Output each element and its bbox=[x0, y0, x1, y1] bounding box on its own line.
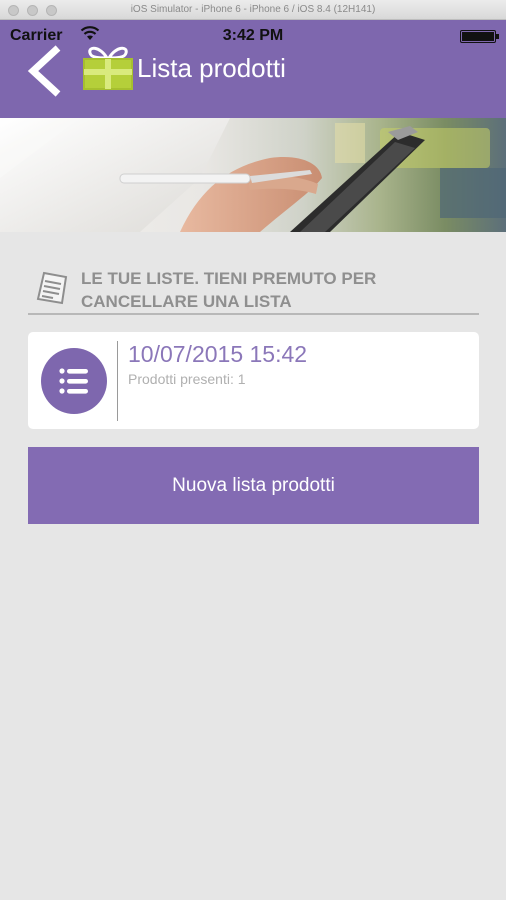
close-window-button[interactable] bbox=[8, 5, 19, 16]
status-time: 3:42 PM bbox=[222, 27, 284, 44]
back-button[interactable] bbox=[22, 44, 70, 98]
gift-icon bbox=[83, 46, 133, 90]
list-document-icon bbox=[36, 271, 68, 305]
page-title: Lista prodotti bbox=[137, 53, 286, 83]
app-header: Carrier 3:42 PM Lista prodotti bbox=[0, 20, 506, 118]
window-controls[interactable] bbox=[8, 5, 57, 16]
list-item[interactable]: 10/07/2015 15:42 Prodotti presenti: 1 bbox=[28, 332, 479, 429]
list-date: 10/07/2015 15:42 bbox=[128, 341, 308, 367]
new-list-button[interactable]: Nuova lista prodotti bbox=[28, 447, 479, 524]
zoom-window-button[interactable] bbox=[46, 5, 57, 16]
minimize-window-button[interactable] bbox=[27, 5, 38, 16]
main-content: LE TUE LISTE. TIENI PREMUTO PER CANCELLA… bbox=[0, 232, 506, 900]
simulator-title-bar: iOS Simulator - iPhone 6 - iPhone 6 / iO… bbox=[0, 0, 506, 20]
chevron-left-icon bbox=[27, 45, 61, 97]
pharmacist-photo bbox=[0, 118, 506, 232]
list-product-count: Prodotti presenti: 1 bbox=[128, 371, 246, 387]
header-banner-image bbox=[0, 118, 506, 232]
list-icon bbox=[41, 348, 107, 414]
simulator-title: iOS Simulator - iPhone 6 - iPhone 6 / iO… bbox=[130, 4, 376, 15]
section-header: LE TUE LISTE. TIENI PREMUTO PER CANCELLA… bbox=[28, 265, 479, 315]
section-title: LE TUE LISTE. TIENI PREMUTO PER CANCELLA… bbox=[81, 269, 377, 311]
status-bar: Carrier 3:42 PM bbox=[0, 20, 506, 50]
card-divider bbox=[117, 341, 118, 421]
battery-icon bbox=[460, 30, 499, 43]
